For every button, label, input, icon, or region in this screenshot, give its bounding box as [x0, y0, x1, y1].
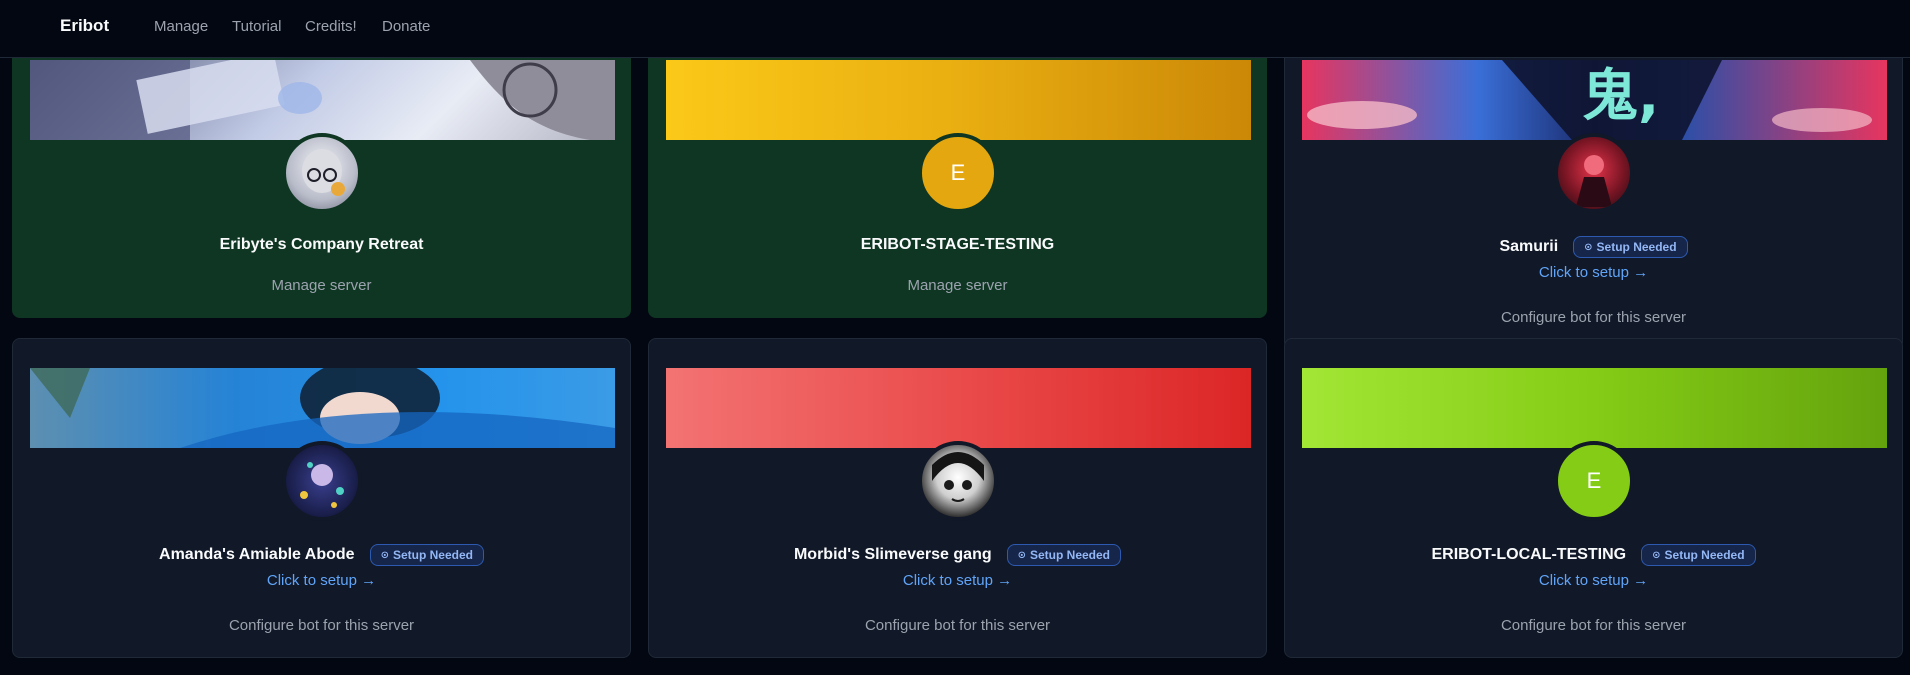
server-name-row: Samurii ⊙ Setup Needed	[1285, 236, 1902, 258]
nav-link-credits[interactable]: Credits!	[305, 18, 357, 35]
click-to-setup-link[interactable]: Click to setup →	[13, 572, 630, 589]
click-to-setup-link[interactable]: Click to setup →	[1285, 572, 1902, 589]
top-nav: Eribot Manage Tutorial Credits! Donate	[0, 0, 1910, 58]
bot-icon: ⊙	[1652, 549, 1661, 561]
avatar-artwork	[932, 452, 984, 502]
server-banner	[1302, 368, 1887, 448]
server-name-row: Morbid's Slimeverse gang ⊙ Setup Needed	[649, 544, 1266, 566]
setup-needed-badge: ⊙ Setup Needed	[1006, 544, 1122, 566]
manage-server-link[interactable]: Manage server	[13, 277, 630, 294]
server-card-samurii[interactable]: 鬼, Samurii ⊙ Setup Needed Click to setup…	[1284, 30, 1903, 350]
server-banner	[666, 368, 1251, 448]
server-avatar	[282, 133, 362, 213]
server-card-eribot-stage-testing[interactable]: E ERIBOT-STAGE-TESTING Manage server	[648, 30, 1267, 318]
server-card-eribot-local-testing[interactable]: E ERIBOT-LOCAL-TESTING ⊙ Setup Needed Cl…	[1284, 338, 1903, 658]
server-banner: 鬼,	[1302, 60, 1887, 140]
server-avatar: E	[1554, 441, 1634, 521]
manage-server-link[interactable]: Manage server	[649, 277, 1266, 294]
configure-bot-link[interactable]: Configure bot for this server	[13, 617, 630, 634]
click-to-setup-link[interactable]: Click to setup →	[1285, 264, 1902, 281]
nav-link-donate[interactable]: Donate	[382, 18, 430, 35]
banner-artwork	[30, 50, 615, 140]
setup-needed-badge: ⊙ Setup Needed	[1641, 544, 1756, 566]
server-avatar	[918, 441, 998, 521]
badge-label: Setup Needed	[1030, 548, 1111, 562]
setup-needed-badge: ⊙ Setup Needed	[1573, 236, 1688, 258]
server-name-row: ERIBOT-LOCAL-TESTING ⊙ Setup Needed	[1285, 544, 1902, 566]
server-banner	[666, 60, 1251, 140]
server-banner	[30, 358, 615, 448]
server-card-morbids-slimeverse-gang[interactable]: Morbid's Slimeverse gang ⊙ Setup Needed …	[648, 338, 1267, 658]
banner-artwork: 鬼,	[1307, 60, 1872, 140]
server-avatar: E	[918, 133, 998, 213]
badge-label: Setup Needed	[392, 548, 473, 562]
server-avatar	[282, 441, 362, 521]
avatar-artwork	[1576, 155, 1612, 207]
server-avatar	[1554, 133, 1634, 213]
brand-logo[interactable]: Eribot	[60, 16, 109, 36]
svg-text:鬼,: 鬼,	[1582, 64, 1659, 129]
server-name: Morbid's Slimeverse gang	[793, 546, 992, 563]
server-name: Samurii	[1499, 238, 1559, 255]
bot-icon: ⊙	[1584, 241, 1593, 253]
server-banner	[30, 50, 615, 140]
avatar-initial: E	[1586, 468, 1602, 493]
server-name: ERIBOT-STAGE-TESTING	[860, 236, 1055, 253]
badge-label: Setup Needed	[1664, 548, 1745, 562]
avatar-artwork	[302, 149, 345, 196]
avatar-initial: E	[950, 160, 966, 185]
bot-icon: ⊙	[380, 549, 389, 561]
server-name-row: Eribyte's Company Retreat	[13, 236, 630, 254]
configure-bot-link[interactable]: Configure bot for this server	[1285, 617, 1902, 634]
setup-needed-badge: ⊙ Setup Needed	[369, 544, 484, 566]
click-to-setup-link[interactable]: Click to setup →	[649, 572, 1266, 589]
server-name: Eribyte's Company Retreat	[219, 236, 424, 253]
server-card-eribytes-company-retreat[interactable]: Eribyte's Company Retreat Manage server	[12, 30, 631, 318]
nav-link-tutorial[interactable]: Tutorial	[232, 18, 281, 35]
server-name-row: Amanda's Amiable Abode ⊙ Setup Needed	[13, 544, 630, 566]
server-name: Amanda's Amiable Abode	[159, 546, 355, 563]
server-name-row: ERIBOT-STAGE-TESTING	[649, 236, 1266, 254]
configure-bot-link[interactable]: Configure bot for this server	[649, 617, 1266, 634]
configure-bot-link[interactable]: Configure bot for this server	[1285, 309, 1902, 326]
nav-link-manage[interactable]: Manage	[154, 18, 208, 35]
badge-label: Setup Needed	[1596, 240, 1677, 254]
server-name: ERIBOT-LOCAL-TESTING	[1431, 546, 1627, 563]
server-card-amandas-amiable-abode[interactable]: Amanda's Amiable Abode ⊙ Setup Needed Cl…	[12, 338, 631, 658]
bot-icon: ⊙	[1017, 549, 1026, 561]
banner-artwork	[30, 358, 615, 448]
avatar-artwork	[300, 462, 344, 508]
